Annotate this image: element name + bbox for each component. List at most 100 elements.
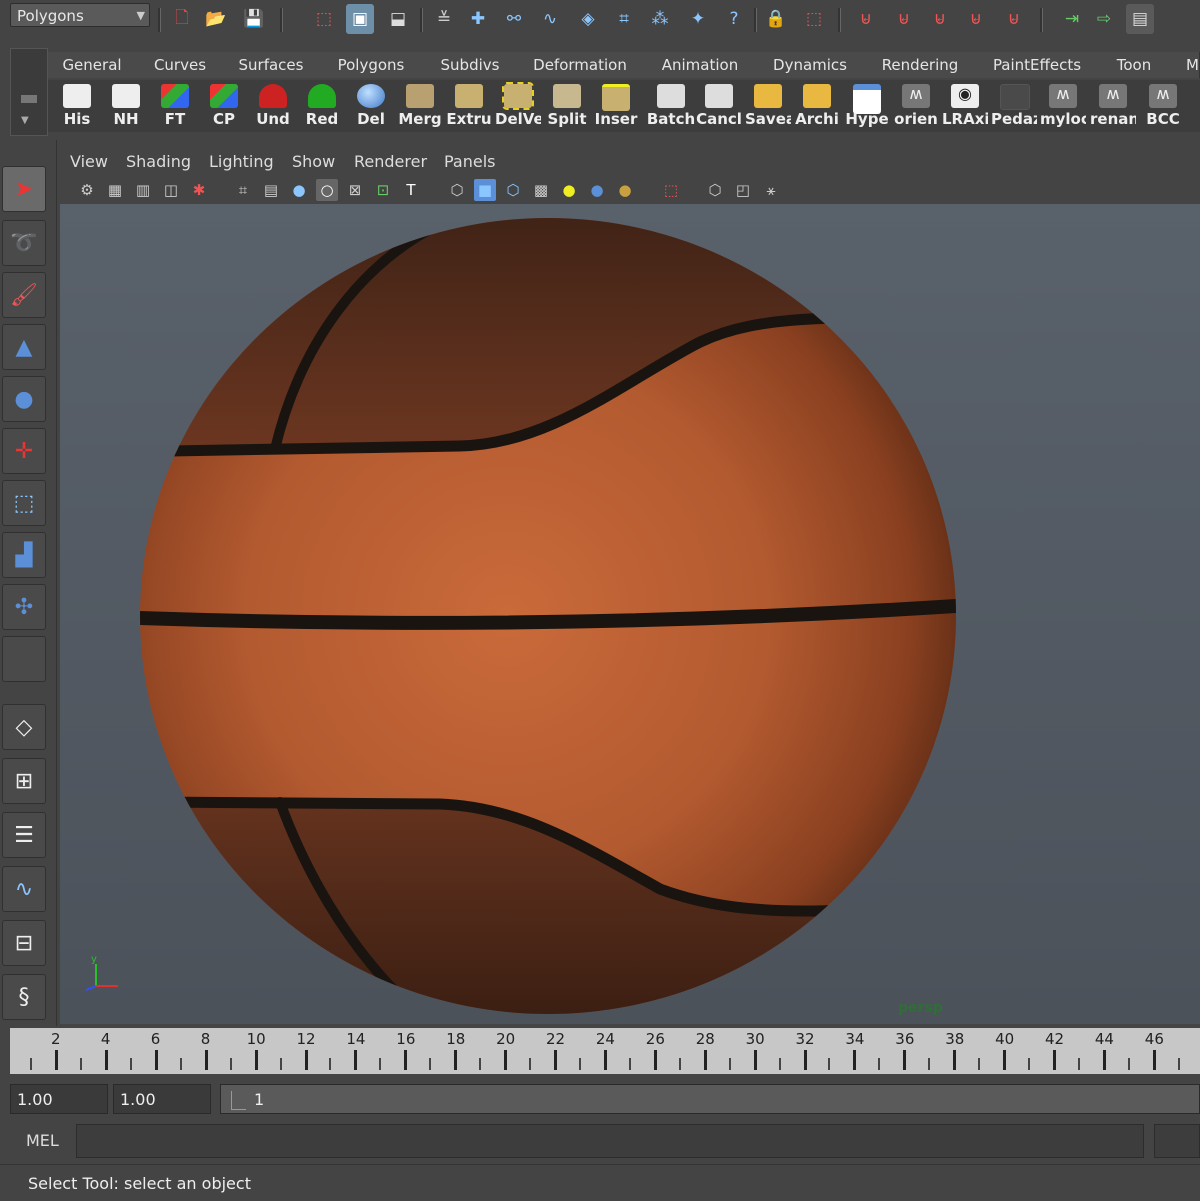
select-by-component-icon[interactable]: ⬓ [384,4,412,34]
shelf-button-myloc[interactable]: ʍ myloc [1040,82,1086,130]
render-icon[interactable]: ⇥ [1058,4,1086,34]
shelf-tab-animation[interactable]: Animation [644,52,757,78]
x-ray-joints-icon[interactable]: ◰ [732,179,754,201]
safe-title-icon[interactable]: T [400,179,422,201]
shelf-button-merg[interactable]: Merg [397,82,443,130]
chevron-down-icon[interactable]: ▼ [137,4,145,28]
shelf-button-pedaz[interactable]: Pedaz [991,82,1037,130]
command-language-label[interactable]: MEL [26,1131,59,1150]
shelf-button-delve[interactable]: DelVe [495,82,541,130]
magnet-icon[interactable]: ⊌ [852,4,880,34]
selection-mask-icon[interactable]: ⬚ [800,4,828,34]
shelf-button-extru[interactable]: Extru [446,82,492,130]
mel-command-input[interactable] [76,1124,1144,1158]
attribute-editor-icon[interactable]: ▤ [1126,4,1154,34]
bookmarks-icon[interactable]: ▥ [132,179,154,201]
smooth-shade-all-icon[interactable]: ■ [474,179,496,201]
shelf-tab-painteffects[interactable]: PaintEffects [976,52,1099,78]
magnet-icon[interactable]: ⊌ [1000,4,1028,34]
four-view-layout-icon[interactable]: ⊞ [2,758,46,804]
shelf-tab-dynamics[interactable]: Dynamics [756,52,865,78]
menu-lighting[interactable]: Lighting [209,152,274,171]
new-scene-icon[interactable]: 🗋 [168,4,196,34]
menu-show[interactable]: Show [292,152,335,171]
lasso-tool-icon[interactable]: ➰ [2,220,46,266]
basketball-model[interactable]: y [60,204,1200,1024]
two-d-pan-zoom-icon[interactable]: ✱ [188,179,210,201]
outliner-layout-icon[interactable]: ☰ [2,812,46,858]
shelf-tab-polygons[interactable]: Polygons [318,52,425,78]
x-ray-icon[interactable]: ⬡ [704,179,726,201]
select-by-hierarchy-icon[interactable]: ⬚ [310,4,338,34]
use-all-lights-icon[interactable]: ● [558,179,580,201]
menu-renderer[interactable]: Renderer [354,152,427,171]
select-camera-icon[interactable]: ⚙ [76,179,98,201]
graph-editor-layout-icon[interactable]: ∿ [2,866,46,912]
save-scene-icon[interactable]: 💾 [240,4,268,34]
select-by-object-icon[interactable]: ▣ [346,4,374,34]
field-chart-icon[interactable]: ⊠ [344,179,366,201]
shelf-button-hype[interactable]: Hype [844,82,890,130]
grid-icon[interactable]: ⌗ [232,179,254,201]
gate-mask-icon[interactable]: ○ [316,179,338,201]
shelf-button-his[interactable]: His [54,82,100,130]
time-slider[interactable]: 2 4 6 8 10 12 14 16 18 20 22 24 26 28 30 32 34 36 38 40 42 44… [10,1028,1200,1074]
shelf-button-red[interactable]: Red [299,82,345,130]
chevron-down-icon[interactable]: ▼ [21,115,29,126]
isolate-select-icon[interactable]: ⬚ [660,179,682,201]
wireframe-icon[interactable]: ⬡ [446,179,468,201]
playback-start-field[interactable]: 1.00 [113,1084,211,1114]
snap-grid-icon[interactable]: ✚ [464,4,492,34]
shelf-tab-rendering[interactable]: Rendering [864,52,977,78]
make-live-icon[interactable]: ⌗ [610,4,638,34]
open-scene-icon[interactable]: 📂 [202,4,230,34]
shelf-menu-handle[interactable]: ▼ [10,48,48,136]
hypershade-layout-icon[interactable]: ⊟ [2,920,46,966]
single-perspective-layout-icon[interactable]: ◇ [2,704,46,750]
start-time-field[interactable]: 1.00 [10,1084,108,1114]
magnet-icon[interactable]: ⊌ [890,4,918,34]
magnet-icon[interactable]: ⊌ [926,4,954,34]
shelf-button-inser[interactable]: Inser [593,82,639,130]
camera-attributes-icon[interactable]: ▦ [104,179,126,201]
shelf-button-cancl[interactable]: Cancl [696,82,742,130]
mode-selector[interactable]: Polygons ▼ [10,3,150,27]
range-slider[interactable]: 1 [220,1084,1200,1114]
magnet-icon[interactable]: ⊌ [962,4,990,34]
maya-logo-icon[interactable]: § [2,974,46,1020]
paint-select-tool-icon[interactable]: 🖌 [2,272,46,318]
shelf-button-ft[interactable]: FT [152,82,198,130]
shelf-button-del[interactable]: Del [348,82,394,130]
last-tool-slot[interactable] [2,636,46,682]
resolution-gate-icon[interactable]: ● [288,179,310,201]
snap-pivot-icon[interactable]: ✦ [684,4,712,34]
shelf-button-orien[interactable]: ʍ orien [893,82,939,130]
menu-shading[interactable]: Shading [126,152,191,171]
universal-manipulator-icon[interactable]: ⬚ [2,480,46,526]
shelf-button-lraxi[interactable]: ◉ LRAxi [942,82,988,130]
shelf-tab-curves[interactable]: Curves [136,52,225,78]
snap-curve-icon[interactable]: ⚯ [500,4,528,34]
scale-tool-icon[interactable]: ✛ [2,428,46,474]
ipr-render-icon[interactable]: ⇨ [1090,4,1118,34]
shelf-button-split[interactable]: Split [544,82,590,130]
snap-view-plane-icon[interactable]: ◈ [574,4,602,34]
snap-point-icon[interactable]: ∿ [536,4,564,34]
shelf-tab-general[interactable]: General [48,52,137,78]
shelf-button-savea[interactable]: Savea [745,82,791,130]
lock-icon[interactable]: 🔒 [762,4,790,34]
mask-icon[interactable]: ≚ [430,4,458,34]
show-manipulator-icon[interactable]: ✣ [2,584,46,630]
shelf-tab-more[interactable]: M [1170,52,1200,78]
image-plane-icon[interactable]: ◫ [160,179,182,201]
shadows-icon[interactable]: ● [586,179,608,201]
shelf-button-archi[interactable]: Archi [794,82,840,130]
move-tool-icon[interactable]: ▲ [2,324,46,370]
select-tool-icon[interactable]: ➤ [2,166,46,212]
range-slider-handle[interactable] [231,1091,246,1110]
shelf-tab-toon[interactable]: Toon [1098,52,1171,78]
shelf-button-batch[interactable]: Batch [645,82,697,130]
wireframe-on-shaded-icon[interactable]: ⬡ [502,179,524,201]
history-icon[interactable]: ⁂ [646,4,674,34]
soft-mod-tool-icon[interactable]: ▟ [2,532,46,578]
